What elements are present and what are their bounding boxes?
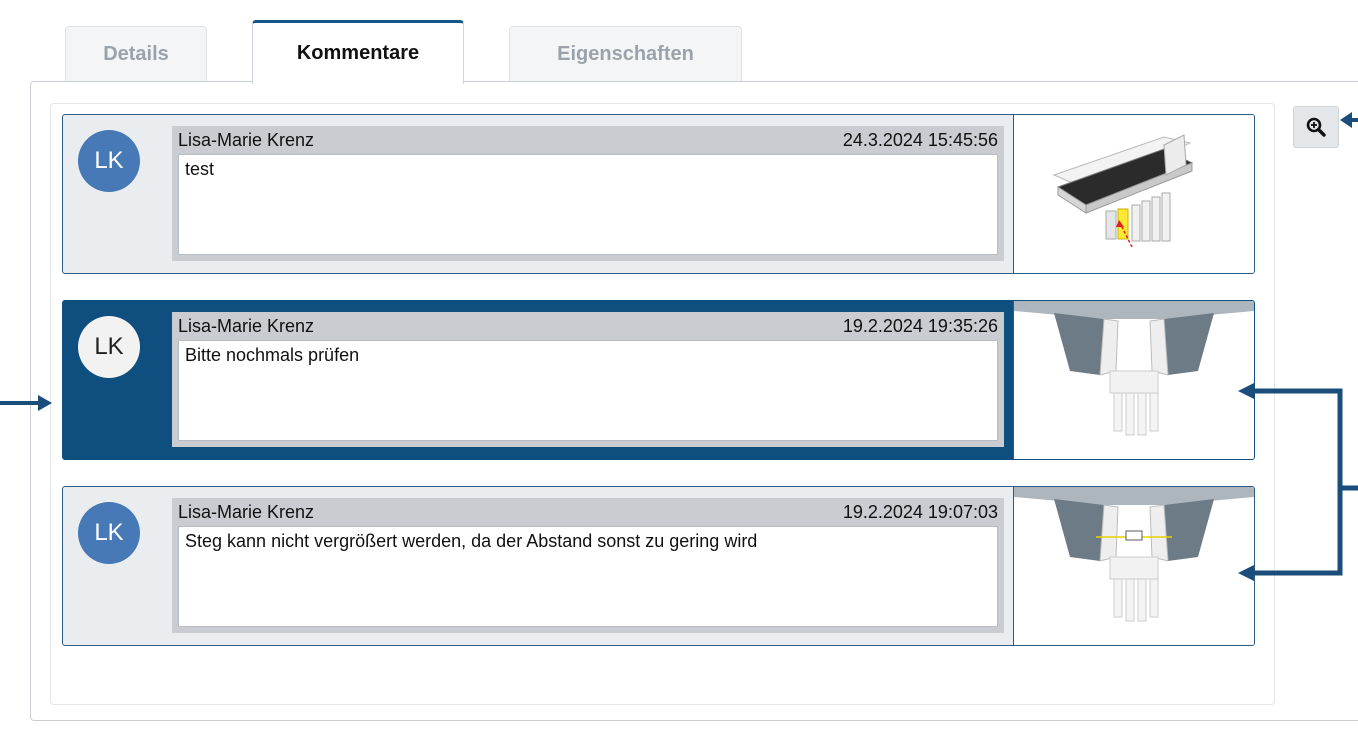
comment-timestamp: 19.2.2024 19:07:03 xyxy=(842,502,998,522)
bridge-section-measure-image xyxy=(1014,487,1254,622)
comment-box: Lisa-Marie Krenz 24.3.2024 15:45:56 test xyxy=(172,126,1004,261)
bridge-section-thumbnail[interactable] xyxy=(1013,301,1254,459)
tab-kommentare[interactable]: Kommentare xyxy=(252,20,464,84)
comment-card[interactable]: LK Lisa-Marie Krenz 24.3.2024 15:45:56 t… xyxy=(62,114,1255,274)
bridge-overview-image xyxy=(1052,134,1194,248)
bridge-section-measure-thumbnail[interactable] xyxy=(1013,487,1254,645)
tab-eigenschaften-label: Eigenschaften xyxy=(557,43,694,65)
comment-text: Bitte nochmals prüfen xyxy=(178,340,998,441)
comment-box: Lisa-Marie Krenz 19.2.2024 19:07:03 Steg… xyxy=(172,498,1004,633)
tab-details[interactable]: Details xyxy=(65,26,207,82)
annotation-arrow-thumbnails xyxy=(1238,383,1358,581)
comment-author: Lisa-Marie Krenz xyxy=(178,316,315,336)
comment-card[interactable]: LK Lisa-Marie Krenz 19.2.2024 19:07:03 S… xyxy=(62,486,1255,646)
annotation-arrow-zoom xyxy=(1340,112,1358,128)
zoom-button[interactable] xyxy=(1293,106,1339,148)
tab-kommentare-label: Kommentare xyxy=(296,42,420,64)
avatar: LK xyxy=(78,316,140,378)
avatar: LK xyxy=(78,502,140,564)
zoom-in-icon xyxy=(1306,117,1326,137)
tab-eigenschaften[interactable]: Eigenschaften xyxy=(509,26,742,82)
bridge-overview-thumbnail[interactable] xyxy=(1013,115,1254,273)
comment-author: Lisa-Marie Krenz xyxy=(178,130,315,150)
comment-author: Lisa-Marie Krenz xyxy=(178,502,315,522)
comment-text: test xyxy=(178,154,998,255)
comment-card-selected[interactable]: LK Lisa-Marie Krenz 19.2.2024 19:35:26 B… xyxy=(62,300,1255,460)
comment-timestamp: 24.3.2024 15:45:56 xyxy=(842,130,998,150)
comment-box: Lisa-Marie Krenz 19.2.2024 19:35:26 Bitt… xyxy=(172,312,1004,447)
avatar: LK xyxy=(78,130,140,192)
comment-text: Steg kann nicht vergrößert werden, da de… xyxy=(178,526,998,627)
comment-timestamp: 19.2.2024 19:35:26 xyxy=(842,316,998,336)
tab-details-label: Details xyxy=(103,43,169,65)
annotation-arrow-left xyxy=(0,395,52,411)
bridge-section-image xyxy=(1014,301,1254,436)
